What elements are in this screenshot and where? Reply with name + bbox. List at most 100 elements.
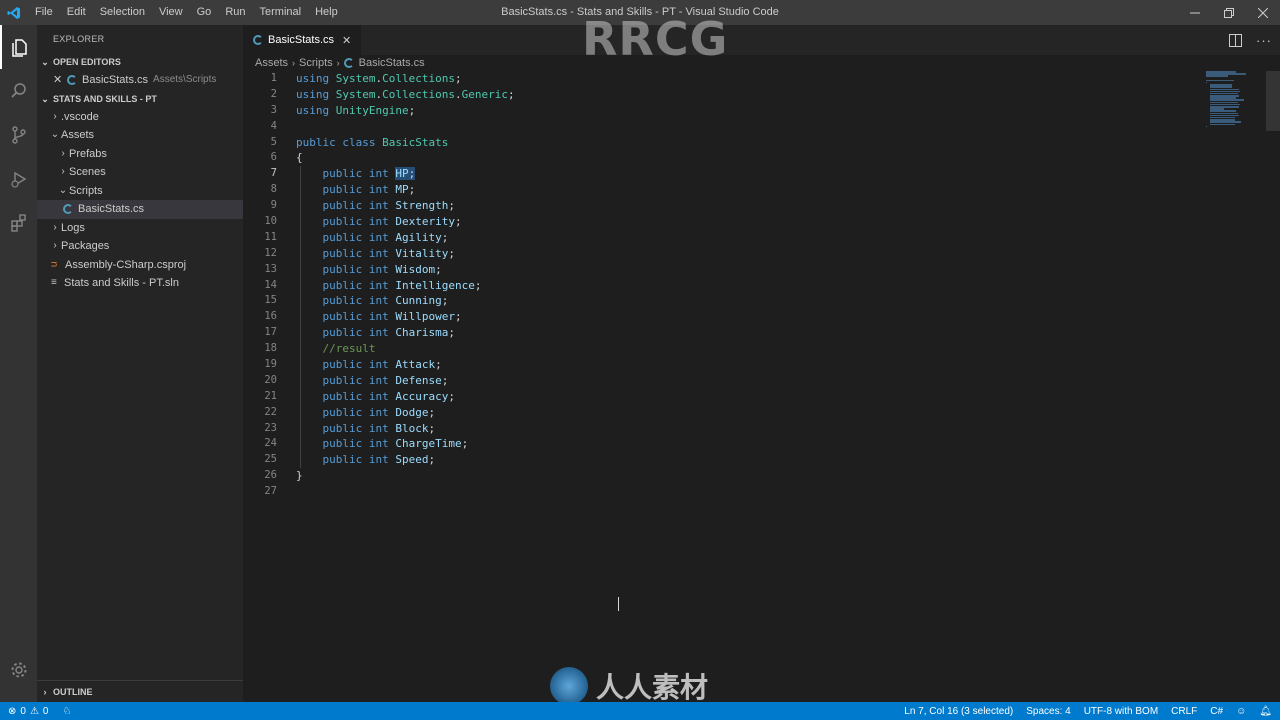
source-control-activity-button[interactable] (0, 113, 37, 157)
code-line[interactable]: 25 public int Speed; (243, 452, 1163, 468)
code-line[interactable]: 13 public int Wisdom; (243, 262, 1163, 278)
editor-area: BasicStats.cs ✕ ··· Assets › Scripts › B… (243, 25, 1280, 702)
vertical-scrollbar[interactable] (1266, 71, 1280, 131)
code-line[interactable]: 22 public int Dodge; (243, 405, 1163, 421)
line-number: 16 (264, 310, 277, 323)
feedback-icon[interactable]: ☺ (1236, 706, 1246, 717)
outline-header[interactable]: › OUTLINE (37, 681, 243, 703)
run-debug-activity-button[interactable] (0, 157, 37, 201)
code-line[interactable]: 17 public int Charisma; (243, 325, 1163, 341)
code-line[interactable]: 23 public int Block; (243, 421, 1163, 437)
menu-run[interactable]: Run (218, 0, 252, 25)
editor-actions: ··· (1229, 25, 1272, 55)
menu-edit[interactable]: Edit (60, 0, 93, 25)
code-line[interactable]: 11 public int Agility; (243, 230, 1163, 246)
code-text: public int Accuracy; (322, 389, 455, 403)
code-line[interactable]: 16 public int Willpower; (243, 309, 1163, 325)
tree-folder-scenes[interactable]: › Scenes (37, 163, 243, 182)
code-line[interactable]: 1 using System.Collections; (243, 71, 1163, 87)
bell-icon[interactable]: 🔔︎ (1259, 706, 1272, 717)
indentation[interactable]: Spaces: 4 (1026, 706, 1070, 717)
code-text: } (296, 469, 303, 483)
menu-file[interactable]: File (28, 0, 60, 25)
language-mode[interactable]: C# (1210, 706, 1223, 717)
menu-selection[interactable]: Selection (93, 0, 152, 25)
minimap-line (1210, 123, 1236, 125)
line-number: 17 (264, 326, 277, 339)
code-line[interactable]: 6{ (243, 150, 1163, 166)
split-editor-icon[interactable] (1229, 33, 1242, 47)
search-activity-button[interactable] (0, 69, 37, 113)
tree-file-csproj[interactable]: ᴝ Assembly-CSharp.csproj (37, 256, 243, 275)
workspace-header[interactable]: ⌄ STATS AND SKILLS - PT (37, 90, 243, 108)
code-text: using System.Collections.Generic; (296, 87, 515, 101)
minimize-button[interactable] (1178, 0, 1212, 25)
chevron-right-icon: › (61, 147, 65, 159)
code-line[interactable]: 24 public int ChargeTime; (243, 436, 1163, 452)
menu-go[interactable]: Go (190, 0, 219, 25)
text-cursor-icon (618, 597, 622, 611)
menu-terminal[interactable]: Terminal (253, 0, 309, 25)
open-editors-header[interactable]: ⌄ OPEN EDITORS (37, 53, 243, 71)
code-line[interactable]: 4 (243, 119, 1163, 135)
code-line[interactable]: 26} (243, 468, 1163, 484)
tree-folder-scripts[interactable]: ⌄ Scripts (37, 182, 243, 201)
menu-help[interactable]: Help (308, 0, 345, 25)
code-line[interactable]: 2 using System.Collections.Generic; (243, 87, 1163, 103)
code-editor[interactable]: 1 using System.Collections; 2 using System.… (243, 71, 1163, 500)
code-line[interactable]: 8 public int MP; (243, 182, 1163, 198)
manage-button[interactable] (0, 648, 37, 692)
close-editor-icon[interactable]: ✕ (53, 71, 67, 90)
code-line[interactable]: 20 public int Defense; (243, 373, 1163, 389)
code-line[interactable]: 21 public int Accuracy; (243, 389, 1163, 405)
code-line[interactable]: 9 public int Strength; (243, 198, 1163, 214)
code-line[interactable]: 18 //result (243, 341, 1163, 357)
breadcrumb-item[interactable]: Scripts (299, 55, 333, 71)
menu-view[interactable]: View (152, 0, 190, 25)
code-line[interactable]: 27 (243, 484, 1163, 500)
code-line[interactable]: 7 public int HP; (243, 166, 1163, 182)
code-line[interactable]: 3 using UnityEngine; (243, 103, 1163, 119)
code-line[interactable]: 12 public int Vitality; (243, 246, 1163, 262)
code-line[interactable]: 10 public int Dexterity; (243, 214, 1163, 230)
tree-folder-logs[interactable]: › Logs (37, 219, 243, 238)
end-of-line[interactable]: CRLF (1171, 706, 1197, 717)
outline-section[interactable]: › OUTLINE (37, 680, 243, 702)
problems-indicator[interactable]: ⊗ 0 ⚠ 0 ♘ (0, 706, 71, 717)
tree-folder-packages[interactable]: › Packages (37, 237, 243, 256)
code-line[interactable]: 15 public int Cunning; (243, 293, 1163, 309)
minimap-line (1206, 75, 1228, 77)
explorer-title: EXPLORER (53, 34, 105, 44)
status-right: Ln 7, Col 16 (3 selected) Spaces: 4 UTF-… (904, 702, 1272, 720)
tree-folder-vscode[interactable]: › .vscode (37, 108, 243, 127)
line-number: 7 (270, 167, 277, 180)
close-icon (1258, 7, 1268, 18)
breadcrumb-item[interactable]: Assets (255, 55, 288, 71)
cursor-position[interactable]: Ln 7, Col 16 (3 selected) (904, 706, 1013, 717)
chevron-right-icon: › (292, 58, 296, 68)
explorer-activity-button[interactable] (0, 25, 37, 69)
code-line[interactable]: 14 public int Intelligence; (243, 278, 1163, 294)
close-window-button[interactable] (1246, 0, 1280, 25)
tree-file-sln[interactable]: ≡ Stats and Skills - PT.sln (37, 274, 243, 293)
code-line[interactable]: 19 public int Attack; (243, 357, 1163, 373)
tree-file-basicstats[interactable]: BasicStats.cs (37, 200, 243, 219)
tab-basicstats[interactable]: BasicStats.cs ✕ (243, 25, 362, 55)
open-editor-item[interactable]: ✕ BasicStats.cs Assets\Scripts (37, 71, 243, 90)
minimap[interactable] (1206, 71, 1266, 131)
tree-folder-assets[interactable]: ⌄ Assets (37, 126, 243, 145)
encoding[interactable]: UTF-8 with BOM (1084, 706, 1158, 717)
rss-file-icon: ᴝ (51, 259, 57, 271)
chevron-right-icon: › (336, 58, 340, 68)
live-share-icon[interactable]: ♘ (62, 706, 71, 717)
tree-item-label: Assembly-CSharp.csproj (65, 258, 187, 271)
restore-button[interactable] (1212, 0, 1246, 25)
close-tab-icon[interactable]: ✕ (342, 34, 351, 47)
solution-file-icon: ≡ (51, 277, 57, 288)
line-number: 24 (264, 437, 277, 450)
more-actions-icon[interactable]: ··· (1256, 33, 1272, 48)
code-line[interactable]: 5 public class BasicStats (243, 135, 1163, 151)
tree-folder-prefabs[interactable]: › Prefabs (37, 145, 243, 164)
breadcrumb-item[interactable]: BasicStats.cs (359, 55, 425, 71)
extensions-activity-button[interactable] (0, 201, 37, 245)
